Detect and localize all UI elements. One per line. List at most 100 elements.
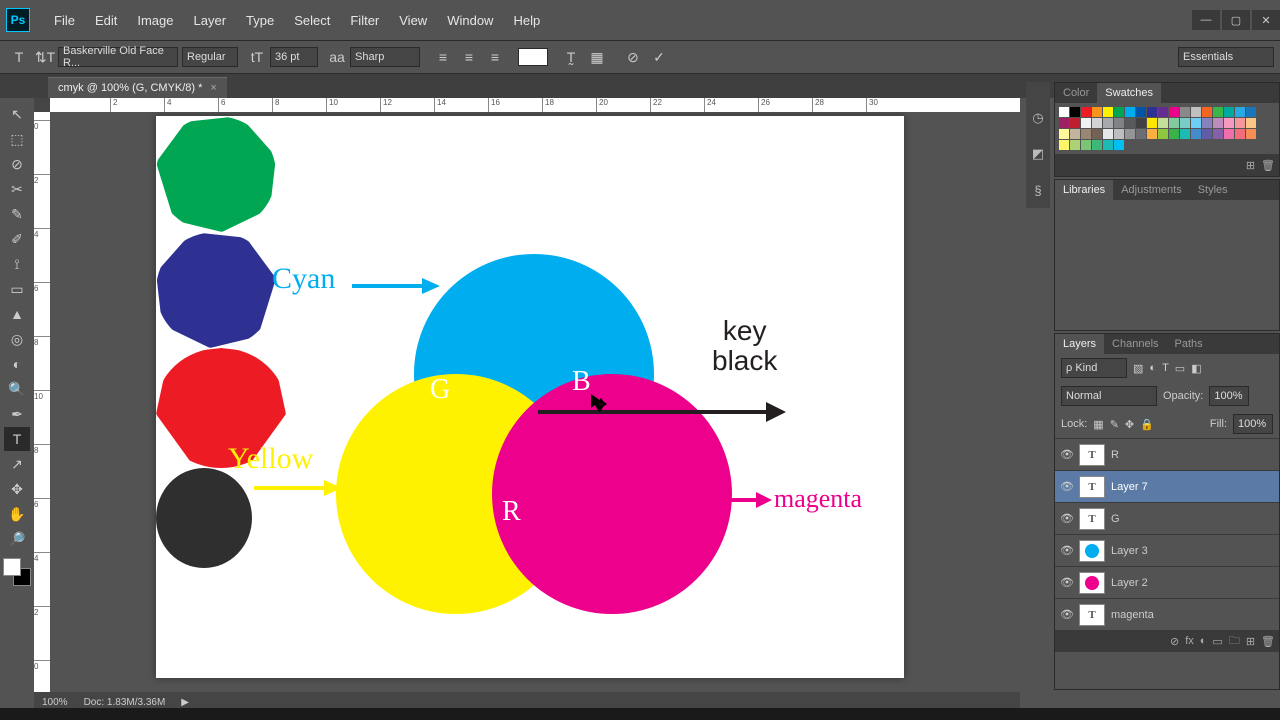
- swatch-cell[interactable]: [1246, 107, 1256, 117]
- swatch-cell[interactable]: [1235, 118, 1245, 128]
- fill-input[interactable]: 100%: [1233, 414, 1273, 434]
- layer-thumb[interactable]: [1079, 540, 1105, 562]
- properties-icon[interactable]: ◩: [1028, 144, 1048, 164]
- swatch-cell[interactable]: [1136, 129, 1146, 139]
- swatch-cell[interactable]: [1246, 129, 1256, 139]
- font-size-select[interactable]: 36 pt: [270, 47, 318, 67]
- swatch-cell[interactable]: [1213, 107, 1223, 117]
- swatch-cell[interactable]: [1180, 118, 1190, 128]
- document-tab[interactable]: cmyk @ 100% (G, CMYK/8) * ×: [48, 77, 227, 98]
- swatch-cell[interactable]: [1059, 107, 1069, 117]
- swatch-cell[interactable]: [1158, 118, 1168, 128]
- swatch-cell[interactable]: [1136, 118, 1146, 128]
- group-icon[interactable]: 🗀: [1229, 632, 1240, 651]
- history-icon[interactable]: ◷: [1028, 108, 1048, 128]
- ruler-horizontal[interactable]: 24681012141618202224262830: [50, 98, 1020, 112]
- swatch-cell[interactable]: [1092, 129, 1102, 139]
- visibility-icon[interactable]: 👁: [1055, 608, 1079, 621]
- stamp-tool[interactable]: ⟟: [4, 252, 30, 276]
- layer-filter-kind[interactable]: ρ Kind: [1061, 358, 1127, 378]
- tab-styles[interactable]: Styles: [1190, 180, 1236, 200]
- pen-tool-2[interactable]: ✒: [4, 402, 30, 426]
- color-swatch-pair[interactable]: [3, 558, 31, 586]
- lock-pos-icon[interactable]: ✥: [1125, 418, 1134, 431]
- swatch-cell[interactable]: [1147, 118, 1157, 128]
- swatch-cell[interactable]: [1191, 118, 1201, 128]
- layer-row[interactable]: 👁Tmagenta: [1055, 598, 1279, 630]
- text-color-swatch[interactable]: [518, 48, 548, 66]
- swatch-cell[interactable]: [1125, 129, 1135, 139]
- pen-tool[interactable]: ◐: [4, 352, 30, 376]
- layer-thumb[interactable]: [1079, 572, 1105, 594]
- swatch-cell[interactable]: [1092, 140, 1102, 150]
- tool-preset-icon[interactable]: T: [8, 46, 30, 68]
- swatch-cell[interactable]: [1114, 140, 1124, 150]
- filter-type-icon[interactable]: T: [1162, 362, 1169, 374]
- delete-swatch-icon[interactable]: 🗑: [1261, 159, 1275, 172]
- blend-mode-select[interactable]: Normal: [1061, 386, 1157, 406]
- menu-layer[interactable]: Layer: [184, 9, 237, 32]
- antialias-select[interactable]: Sharp: [350, 47, 420, 67]
- lock-pixels-icon[interactable]: ✎: [1110, 418, 1119, 431]
- fx-icon[interactable]: fx: [1185, 635, 1194, 647]
- new-layer-icon[interactable]: ⊞: [1246, 635, 1255, 648]
- tab-paths[interactable]: Paths: [1167, 334, 1211, 354]
- new-swatch-icon[interactable]: ⊞: [1246, 159, 1255, 172]
- close-tab-icon[interactable]: ×: [210, 82, 216, 94]
- filter-pixel-icon[interactable]: ▧: [1133, 362, 1143, 375]
- swatch-cell[interactable]: [1180, 129, 1190, 139]
- text-orientation-icon[interactable]: ⇅T: [34, 46, 56, 68]
- libraries-body[interactable]: [1055, 200, 1279, 330]
- menu-edit[interactable]: Edit: [85, 9, 127, 32]
- layer-row[interactable]: 👁TLayer 7: [1055, 470, 1279, 502]
- tab-color[interactable]: Color: [1055, 83, 1097, 103]
- swatch-cell[interactable]: [1103, 140, 1113, 150]
- tab-adjustments[interactable]: Adjustments: [1113, 180, 1190, 200]
- swatch-cell[interactable]: [1092, 118, 1102, 128]
- layer-thumb[interactable]: T: [1079, 476, 1105, 498]
- swatch-cell[interactable]: [1114, 107, 1124, 117]
- zoom-tool[interactable]: 🔎: [4, 527, 30, 551]
- font-family-select[interactable]: Baskerville Old Face R...: [58, 47, 178, 67]
- layers-list[interactable]: 👁TR👁TLayer 7👁TG👁Layer 3👁Layer 2👁Tmagenta: [1055, 438, 1279, 630]
- swatch-cell[interactable]: [1169, 118, 1179, 128]
- tab-channels[interactable]: Channels: [1104, 334, 1166, 354]
- maximize-button[interactable]: ▢: [1222, 10, 1250, 30]
- warp-text-icon[interactable]: T̰: [560, 46, 582, 68]
- swatch-cell[interactable]: [1213, 118, 1223, 128]
- brush-tool[interactable]: ✐: [4, 227, 30, 251]
- shape-tool[interactable]: ✥: [4, 477, 30, 501]
- swatch-cell[interactable]: [1224, 118, 1234, 128]
- font-weight-select[interactable]: Regular: [182, 47, 238, 67]
- ruler-vertical[interactable]: 024681086420: [34, 112, 50, 692]
- character-panel-icon[interactable]: ▦: [586, 46, 608, 68]
- type-tool[interactable]: T: [4, 427, 30, 451]
- commit-edit-icon[interactable]: ✓: [648, 46, 670, 68]
- link-layers-icon[interactable]: ⊘: [1170, 635, 1179, 648]
- layer-row[interactable]: 👁Layer 2: [1055, 566, 1279, 598]
- layer-thumb[interactable]: T: [1079, 444, 1105, 466]
- swatch-cell[interactable]: [1213, 129, 1223, 139]
- menu-type[interactable]: Type: [236, 9, 284, 32]
- swatch-cell[interactable]: [1136, 107, 1146, 117]
- swatch-cell[interactable]: [1059, 129, 1069, 139]
- swatch-cell[interactable]: [1070, 140, 1080, 150]
- swatches-grid[interactable]: [1055, 103, 1279, 154]
- filter-adjust-icon[interactable]: ◐: [1149, 362, 1156, 374]
- swatch-cell[interactable]: [1081, 118, 1091, 128]
- swatch-cell[interactable]: [1147, 107, 1157, 117]
- menu-image[interactable]: Image: [127, 9, 183, 32]
- align-right-icon[interactable]: ≡: [484, 46, 506, 68]
- swatch-cell[interactable]: [1202, 107, 1212, 117]
- visibility-icon[interactable]: 👁: [1055, 512, 1079, 525]
- menu-filter[interactable]: Filter: [340, 9, 389, 32]
- menu-window[interactable]: Window: [437, 9, 503, 32]
- swatch-cell[interactable]: [1081, 140, 1091, 150]
- menu-file[interactable]: File: [44, 9, 85, 32]
- visibility-icon[interactable]: 👁: [1055, 448, 1079, 461]
- layer-thumb[interactable]: T: [1079, 604, 1105, 626]
- swatch-cell[interactable]: [1103, 107, 1113, 117]
- delete-layer-icon[interactable]: 🗑: [1261, 635, 1275, 648]
- gradient-tool[interactable]: ▲: [4, 302, 30, 326]
- swatch-cell[interactable]: [1070, 129, 1080, 139]
